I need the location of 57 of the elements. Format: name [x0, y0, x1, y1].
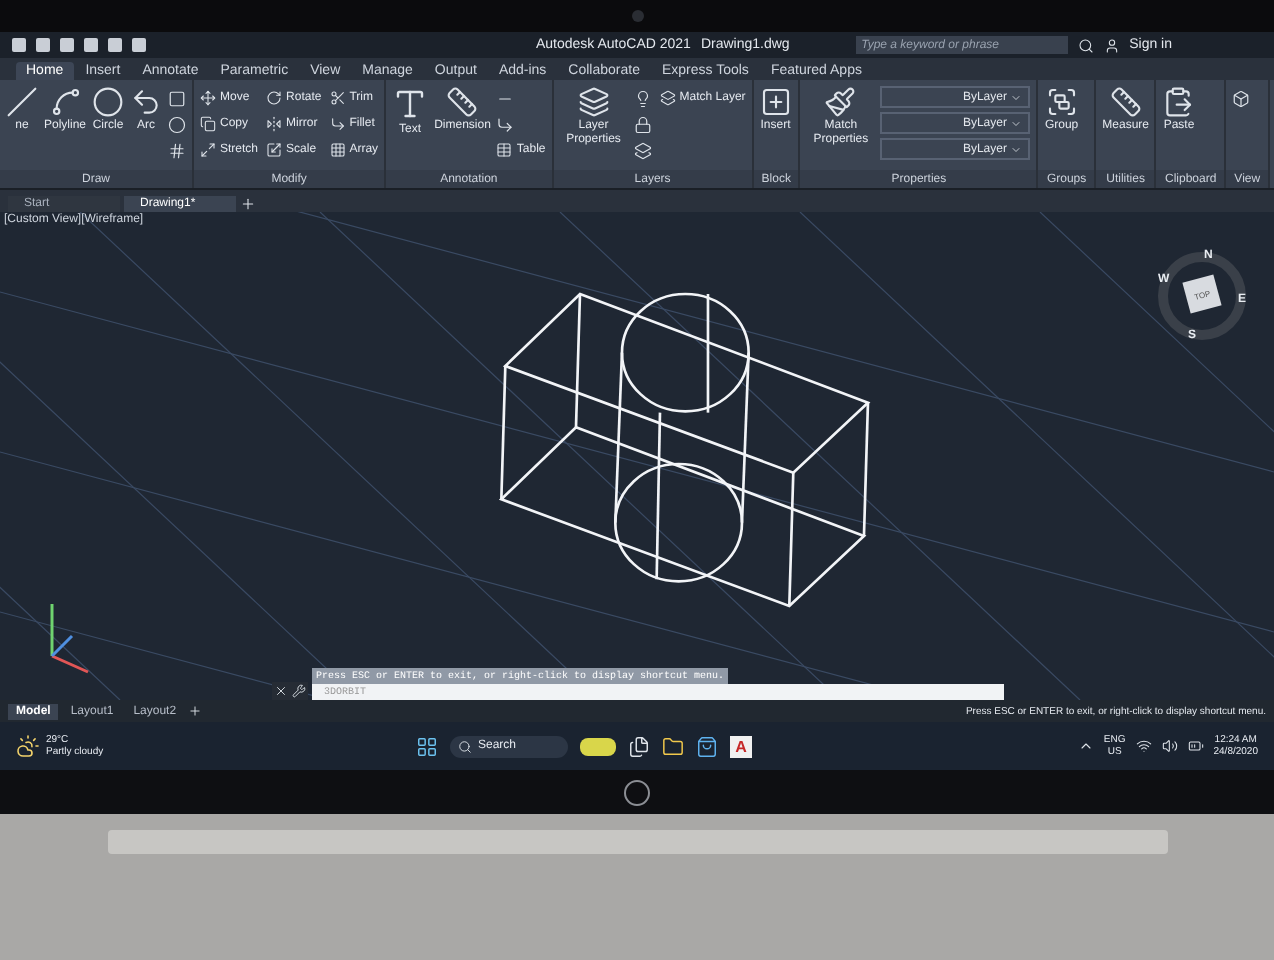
rotate-icon	[266, 90, 283, 106]
scale-icon	[266, 142, 283, 158]
chevron-icon	[1077, 738, 1094, 754]
ribbon-icon-button[interactable]	[168, 112, 187, 136]
brush-icon	[824, 86, 857, 118]
circle-icon	[92, 86, 125, 118]
user-icon	[1103, 37, 1120, 53]
widget-icon[interactable]	[580, 737, 616, 755]
app-icon[interactable]: A	[730, 735, 752, 757]
new-tab-icon	[240, 196, 256, 212]
layers-icon	[659, 90, 676, 106]
start-icon	[416, 735, 438, 757]
wifi-icon	[1135, 738, 1152, 754]
ribbon-icon-button[interactable]	[168, 86, 187, 110]
polyline-icon	[49, 86, 81, 118]
text-icon	[392, 86, 429, 122]
wrench-icon	[292, 684, 306, 698]
paste-icon	[1162, 86, 1195, 118]
move-icon	[200, 90, 217, 106]
table-icon	[496, 142, 513, 158]
close-icon	[274, 684, 288, 698]
layers-icon	[633, 141, 652, 159]
ribbon-icon-button[interactable]	[633, 112, 652, 136]
rectangle-icon	[168, 89, 187, 107]
ucs-axis-icon	[50, 604, 89, 674]
insert-icon	[759, 86, 792, 118]
grid-icon	[329, 142, 346, 158]
copy-icon	[200, 116, 217, 132]
add-layout-icon	[188, 704, 203, 718]
leader-icon	[496, 115, 515, 133]
group-icon	[1045, 86, 1078, 118]
corner-icon	[329, 116, 346, 132]
ruler-icon	[1109, 86, 1142, 118]
bulb-icon	[633, 89, 652, 107]
scissors-icon	[329, 90, 346, 106]
ribbon-icon-button[interactable]	[1232, 86, 1251, 110]
webcam-icon	[631, 10, 643, 22]
logo-icon	[624, 779, 650, 805]
ribbon-icon-button[interactable]	[168, 138, 187, 162]
mirror-icon	[266, 116, 283, 132]
lock-icon	[633, 115, 652, 133]
search-icon	[1077, 37, 1094, 53]
line-icon	[6, 86, 38, 118]
files-icon	[628, 735, 650, 757]
box-icon	[1232, 89, 1251, 107]
stretch-icon	[200, 142, 217, 158]
hatch-icon	[168, 141, 187, 159]
ribbon-icon-button[interactable]	[633, 138, 652, 162]
volume-icon	[1161, 738, 1178, 754]
search-icon	[458, 739, 472, 753]
battery-icon	[1187, 738, 1204, 754]
weather-icon	[16, 734, 40, 758]
dimension-icon	[446, 86, 479, 118]
layers-icon	[577, 86, 610, 118]
folder-icon	[662, 735, 684, 757]
store-icon	[696, 735, 718, 757]
ellipse-icon	[168, 115, 187, 133]
